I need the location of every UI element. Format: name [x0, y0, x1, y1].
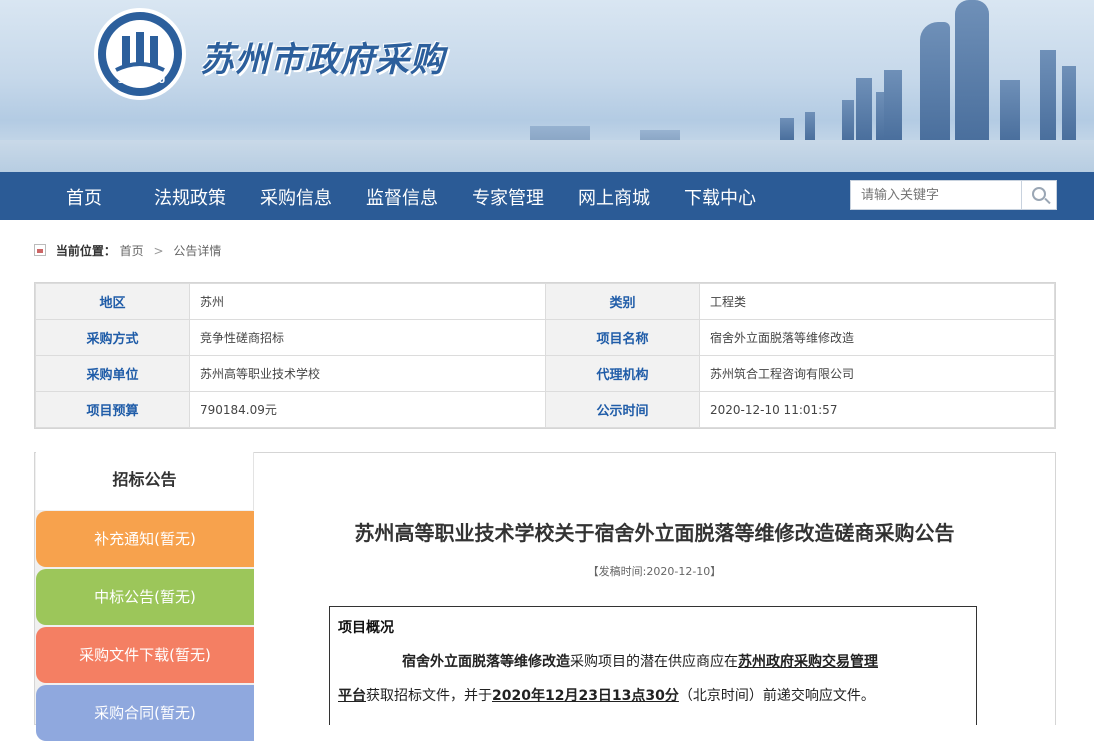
info-key: 类别 [545, 283, 700, 320]
project-info-table: 地区 苏州 类别 工程类 采购方式 竞争性磋商招标 项目名称 宿舍外立面脱落等维… [34, 282, 1056, 429]
notice-content: 苏州高等职业技术学校关于宿舍外立面脱落等维修改造磋商采购公告 【发稿时间:202… [254, 453, 1055, 725]
river-water [0, 140, 1094, 172]
suzhou-logo[interactable] [94, 8, 186, 100]
table-row: 地区 苏州 类别 工程类 [35, 283, 1055, 320]
search-box [850, 180, 1057, 210]
header-banner: SUZHOU 苏州市政府采购 [0, 0, 1094, 172]
nav-supervision-info[interactable]: 监督信息 [366, 184, 438, 210]
info-value: 苏州 [189, 283, 546, 320]
overview-paragraph-cont: 平台获取招标文件，并于2020年12月23日13点30分（北京时间）前递交响应文… [338, 688, 875, 704]
nav-home[interactable]: 首页 [66, 184, 102, 210]
publish-time: 【发稿时间:2020-12-10】 [587, 565, 722, 578]
project-overview-box: 项目概况 宿舍外立面脱落等维修改造采购项目的潜在供应商应在苏州政府采购交易管理 … [329, 606, 977, 725]
location-icon [34, 244, 46, 256]
info-value: 苏州高等职业技术学校 [189, 355, 546, 392]
breadcrumb-label: 当前位置： [55, 244, 116, 258]
info-value: 790184.09元 [189, 391, 546, 428]
notice-title: 苏州高等职业技术学校关于宿舍外立面脱落等维修改造磋商采购公告 [354, 521, 955, 545]
sidebar-button-contract[interactable]: 采购合同(暂无) [36, 685, 254, 741]
nav-regulations[interactable]: 法规政策 [154, 184, 226, 210]
nav-download-center[interactable]: 下载中心 [684, 184, 756, 210]
breadcrumb: 当前位置： 首页 > 公告详情 [34, 242, 221, 259]
platform-link-cont[interactable]: 平台 [338, 688, 366, 704]
info-key: 采购单位 [35, 355, 190, 392]
search-button[interactable] [1021, 181, 1057, 209]
sidebar-button-supplementary-notice[interactable]: 补充通知(暂无) [36, 511, 254, 567]
nav-online-mall[interactable]: 网上商城 [578, 184, 650, 210]
info-key: 采购方式 [35, 319, 190, 356]
nav-procurement-info[interactable]: 采购信息 [260, 184, 332, 210]
site-title[interactable]: 苏州市政府采购 [200, 32, 445, 81]
info-key: 项目名称 [545, 319, 700, 356]
info-value: 苏州筑合工程咨询有限公司 [699, 355, 1055, 392]
platform-link[interactable]: 苏州政府采购交易管理 [738, 654, 878, 670]
deadline-date: 2020年12月23日13点30分 [492, 688, 679, 704]
info-key: 项目预算 [35, 391, 190, 428]
info-value: 工程类 [699, 283, 1055, 320]
table-row: 项目预算 790184.09元 公示时间 2020-12-10 11:01:57 [35, 391, 1055, 428]
tab-tender-notice[interactable]: 招标公告 [36, 452, 254, 510]
nav-expert-management[interactable]: 专家管理 [472, 184, 544, 210]
section-heading: 项目概况 [338, 620, 394, 636]
info-key: 公示时间 [545, 391, 700, 428]
breadcrumb-home-link[interactable]: 首页 [120, 244, 144, 258]
search-input[interactable] [851, 181, 1021, 209]
overview-paragraph: 宿舍外立面脱落等维修改造采购项目的潜在供应商应在苏州政府采购交易管理 [402, 654, 878, 670]
table-row: 采购方式 竞争性磋商招标 项目名称 宿舍外立面脱落等维修改造 [35, 319, 1055, 356]
breadcrumb-separator: > [153, 244, 164, 258]
info-value: 宿舍外立面脱落等维修改造 [699, 319, 1055, 356]
info-value: 2020-12-10 11:01:57 [699, 391, 1055, 428]
breadcrumb-current: 公告详情 [173, 244, 222, 258]
info-value: 竞争性磋商招标 [189, 319, 546, 356]
info-key: 代理机构 [545, 355, 700, 392]
sidebar-button-award-notice[interactable]: 中标公告(暂无) [36, 569, 254, 625]
info-key: 地区 [35, 283, 190, 320]
project-name-link: 宿舍外立面脱落等维修改造 [402, 654, 570, 670]
table-row: 采购单位 苏州高等职业技术学校 代理机构 苏州筑合工程咨询有限公司 [35, 355, 1055, 392]
logo-text: SUZHOU [117, 76, 167, 86]
sidebar-button-document-download[interactable]: 采购文件下载(暂无) [36, 627, 254, 683]
